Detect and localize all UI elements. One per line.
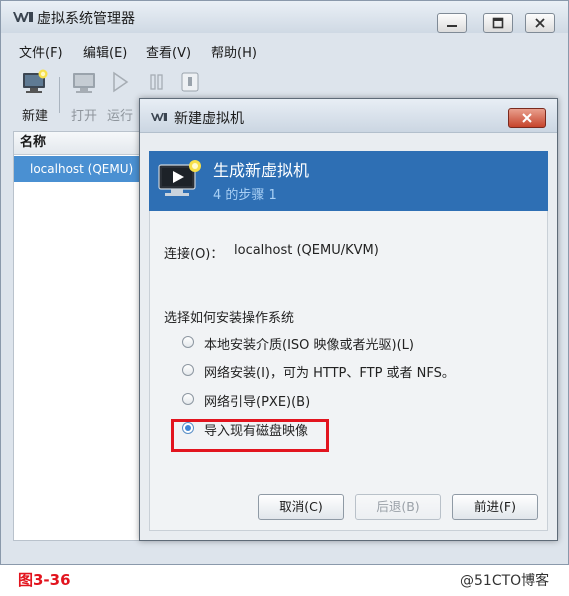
- radio-button[interactable]: [182, 336, 194, 348]
- dialog-close-button[interactable]: [508, 108, 546, 128]
- connection-label: 连接(O)：: [164, 247, 224, 262]
- option-label: 网络安装(I)，可为 HTTP、FTP 或者 NFS。: [204, 366, 455, 381]
- install-method-heading: 选择如何安装操作系统: [164, 311, 295, 326]
- new-vm-label: 新建: [21, 109, 48, 124]
- new-vm-dialog: 新建虚拟机 生成新虚拟机 4 的步骤 1 连接(O)： localhost (Q…: [139, 98, 558, 541]
- maximize-button[interactable]: [483, 13, 513, 33]
- option-label: 网络引导(PXE)(B): [204, 395, 311, 410]
- vm-list: 名称 localhost (QEMU): [13, 131, 143, 541]
- power-icon: [181, 72, 199, 92]
- banner-step: 4 的步骤 1: [213, 188, 277, 203]
- new-vm-icon: [23, 69, 48, 93]
- window-title: 虚拟系统管理器: [37, 11, 135, 27]
- radio-button[interactable]: [182, 393, 194, 405]
- close-icon: [522, 113, 532, 123]
- dialog-banner: 生成新虚拟机 4 的步骤 1: [149, 151, 548, 211]
- list-header-name[interactable]: 名称: [14, 132, 142, 155]
- pause-button[interactable]: [147, 69, 167, 99]
- cancel-button[interactable]: 取消(C): [258, 494, 344, 520]
- highlight-box: [171, 419, 329, 452]
- dialog-titlebar[interactable]: 新建虚拟机: [140, 99, 557, 133]
- figure-caption: 图3-36: [18, 571, 71, 589]
- menu-bar: 文件(F) 编辑(E) 查看(V) 帮助(H): [1, 39, 568, 61]
- new-vm-button[interactable]: 新建: [21, 69, 49, 124]
- toolbar-separator: [59, 77, 60, 113]
- close-button[interactable]: [525, 13, 555, 33]
- virt-manager-logo-icon: [151, 113, 167, 121]
- back-button[interactable]: 后退(B): [355, 494, 441, 520]
- menu-file[interactable]: 文件(F): [19, 42, 63, 61]
- new-vm-icon: [158, 160, 201, 196]
- open-label: 打开: [71, 109, 98, 124]
- watermark: @51CTO博客: [460, 573, 550, 589]
- option-label: 本地安装介质(ISO 映像或者光驱)(L): [204, 338, 414, 353]
- radio-button[interactable]: [182, 364, 194, 376]
- list-item[interactable]: localhost (QEMU): [14, 156, 142, 182]
- dialog-content: 连接(O)： localhost (QEMU/KVM) 选择如何安装操作系统 本…: [149, 211, 548, 531]
- pause-icon: [150, 74, 163, 90]
- menu-view[interactable]: 查看(V): [146, 42, 191, 61]
- play-icon: [113, 71, 129, 93]
- minimize-button[interactable]: [437, 13, 467, 33]
- minimize-icon: [447, 25, 457, 27]
- connection-value: localhost (QEMU/KVM): [234, 243, 379, 258]
- virt-manager-logo-icon: [13, 12, 33, 22]
- banner-title: 生成新虚拟机: [213, 161, 310, 180]
- shutdown-button[interactable]: [179, 69, 201, 99]
- forward-button[interactable]: 前进(F): [452, 494, 538, 520]
- run-button[interactable]: 运行: [107, 69, 133, 124]
- close-icon: [535, 18, 545, 28]
- menu-edit[interactable]: 编辑(E): [83, 42, 127, 61]
- dialog-title: 新建虚拟机: [174, 111, 244, 127]
- menu-help[interactable]: 帮助(H): [211, 42, 257, 61]
- main-titlebar[interactable]: 虚拟系统管理器: [1, 1, 568, 33]
- open-button[interactable]: 打开: [71, 69, 97, 124]
- monitor-icon: [73, 73, 95, 93]
- run-label: 运行: [107, 109, 134, 124]
- maximize-icon: [492, 17, 504, 29]
